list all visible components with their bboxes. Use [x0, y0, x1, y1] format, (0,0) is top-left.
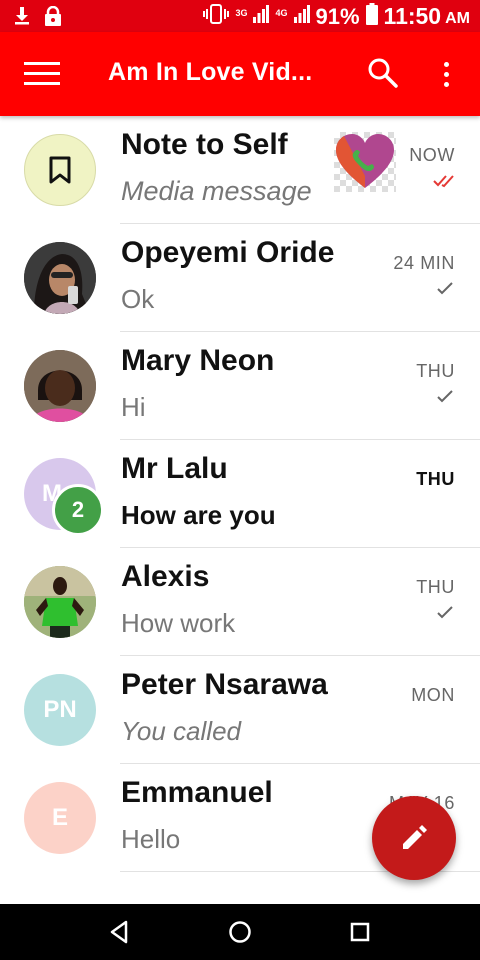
- battery-icon: [365, 3, 378, 30]
- contact-name: Alexis: [121, 560, 210, 593]
- message-date: THU: [416, 577, 455, 597]
- conversation-row-mary-neon[interactable]: Mary Neon Hi THU: [0, 332, 480, 440]
- avatar-initials: E: [51, 804, 68, 831]
- conversation-row-mr-lalu[interactable]: M 2 Mr Lalu How are you THU: [0, 440, 480, 548]
- message-snippet: Hello: [121, 824, 181, 854]
- battery-percent: 91%: [315, 3, 360, 29]
- media-thumbnail: [334, 132, 396, 192]
- message-snippet: How work: [121, 608, 236, 638]
- message-snippet: Media message: [121, 176, 312, 206]
- sent-check-icon: [433, 390, 455, 404]
- conversation-row-peter-nsarawa[interactable]: PN Peter Nsarawa You called MON: [0, 656, 480, 764]
- sent-check-icon: [433, 282, 455, 296]
- search-icon[interactable]: [366, 56, 400, 90]
- message-date: THU: [416, 361, 455, 381]
- contact-name: Mr Lalu: [121, 452, 228, 485]
- avatar: [24, 134, 96, 206]
- avatar: [24, 566, 96, 638]
- message-snippet: Ok: [121, 284, 155, 314]
- message-snippet: Hi: [121, 392, 146, 422]
- clock-time: 11:50: [383, 3, 442, 29]
- more-options-icon[interactable]: [434, 54, 458, 94]
- download-icon: [14, 7, 30, 30]
- signal-icon-2: [293, 5, 310, 28]
- message-date: THU: [416, 469, 455, 489]
- avatar: E: [24, 782, 96, 854]
- conversation-row-opeyemi-oride[interactable]: Opeyemi Oride Ok 24 MIN: [0, 224, 480, 332]
- status-bar: 3G 4G 91% 11:50 AM: [0, 0, 480, 32]
- bookmark-icon: [49, 156, 71, 184]
- message-snippet: You called: [121, 716, 241, 746]
- message-date: MON: [411, 685, 455, 705]
- toolbar-title: Am In Love Vid...: [108, 58, 313, 86]
- delivered-check-icon: [433, 174, 455, 188]
- pencil-icon: [403, 825, 427, 849]
- message-date: NOW: [409, 145, 455, 165]
- sent-check-icon: [433, 606, 455, 620]
- contact-name: Mary Neon: [121, 344, 275, 377]
- vibrate-icon: [203, 4, 230, 29]
- contact-name: Note to Self: [121, 128, 288, 161]
- back-icon[interactable]: [106, 918, 134, 946]
- avatar-initials: PN: [43, 696, 77, 723]
- home-icon[interactable]: [226, 918, 254, 946]
- conversation-row-note-to-self[interactable]: Note to Self Media message NOW: [0, 116, 480, 224]
- compose-button[interactable]: [372, 796, 456, 880]
- message-snippet: How are you: [121, 500, 276, 530]
- app-toolbar: Am In Love Vid...: [0, 32, 480, 116]
- contact-name: Emmanuel: [121, 776, 273, 809]
- clock-ampm: AM: [445, 9, 470, 27]
- network-label-3g: 3G: [235, 8, 248, 18]
- avatar: [24, 242, 96, 314]
- contact-name: Peter Nsarawa: [121, 668, 328, 701]
- network-label-4g: 4G: [275, 8, 288, 18]
- avatar: PN: [24, 674, 96, 746]
- recents-icon[interactable]: [346, 918, 374, 946]
- contact-name: Opeyemi Oride: [121, 236, 335, 269]
- system-nav-bar: [0, 904, 480, 960]
- conversation-list: Note to Self Media message NOW Opeyemi O…: [0, 116, 480, 872]
- menu-icon[interactable]: [22, 60, 62, 88]
- avatar: [24, 350, 96, 422]
- message-date: 24 MIN: [393, 253, 455, 273]
- unread-count-badge: 2: [52, 484, 104, 536]
- lock-icon: [44, 5, 62, 31]
- conversation-row-alexis[interactable]: Alexis How work THU: [0, 548, 480, 656]
- signal-icon: [253, 5, 270, 28]
